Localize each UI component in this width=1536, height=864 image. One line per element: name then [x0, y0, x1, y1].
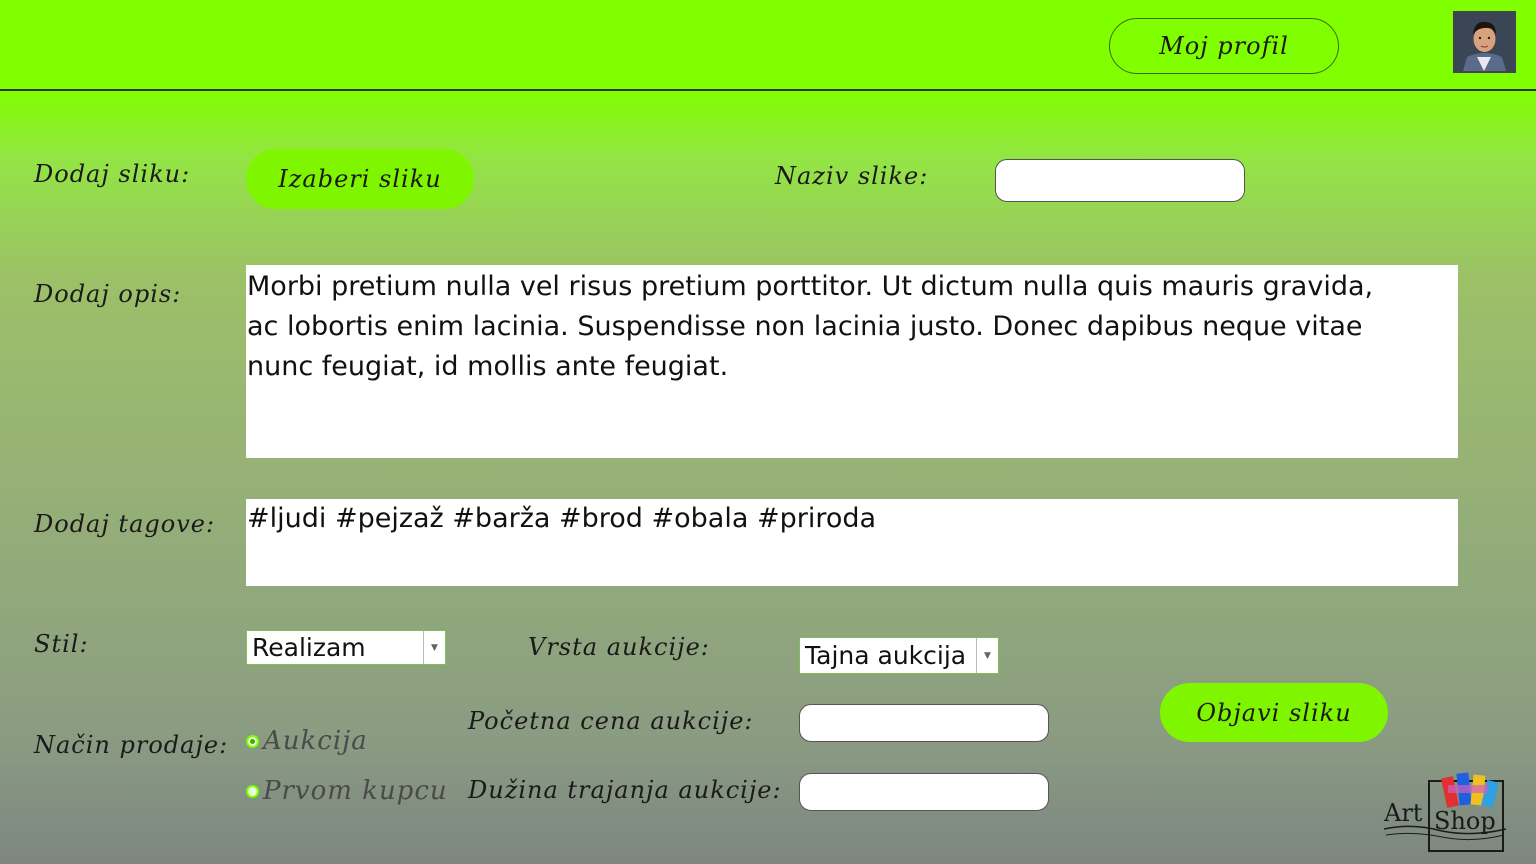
style-select[interactable]: Realizam ▼	[246, 630, 446, 665]
publish-image-button[interactable]: Objavi sliku	[1160, 683, 1388, 742]
logo-text-shop: Shop	[1434, 807, 1496, 835]
description-label: Dodaj opis:	[34, 280, 182, 308]
style-label: Stil:	[34, 630, 89, 658]
auction-type-label: Vrsta aukcije:	[528, 633, 710, 661]
duration-input[interactable]	[799, 773, 1049, 811]
sale-option-first-buyer[interactable]: Prvom kupcu	[246, 776, 448, 806]
radio-auction[interactable]	[246, 734, 259, 748]
image-name-input[interactable]	[995, 159, 1245, 202]
auction-type-select-value: Tajna aukcija	[805, 641, 967, 670]
chevron-down-icon[interactable]: ▼	[976, 638, 998, 673]
choose-image-button[interactable]: Izaberi sliku	[246, 149, 474, 209]
sale-option-auction[interactable]: Aukcija	[246, 726, 368, 756]
start-price-label: Početna cena aukcije:	[468, 707, 754, 735]
my-profile-button[interactable]: Moj profil	[1109, 18, 1339, 74]
duration-label: Dužina trajanja aukcije:	[468, 776, 782, 804]
logo-text-art: Art	[1384, 799, 1423, 827]
avatar-image	[1455, 13, 1514, 71]
user-avatar[interactable]	[1453, 11, 1516, 73]
chevron-down-icon[interactable]: ▼	[423, 631, 445, 664]
start-price-input[interactable]	[799, 704, 1049, 742]
add-image-label: Dodaj sliku:	[34, 160, 191, 188]
style-select-value: Realizam	[252, 633, 366, 662]
radio-first-buyer[interactable]	[246, 784, 259, 798]
sale-method-label: Način prodaje:	[34, 731, 229, 759]
description-textarea[interactable]: Morbi pretium nulla vel risus pretium po…	[246, 265, 1458, 458]
header-divider	[0, 89, 1536, 91]
sale-option-first-buyer-label: Prvom kupcu	[263, 776, 448, 806]
tags-label: Dodaj tagove:	[34, 510, 216, 538]
image-name-label: Naziv slike:	[775, 162, 929, 190]
sale-option-auction-label: Aukcija	[263, 726, 368, 756]
auction-type-select[interactable]: Tajna aukcija ▼	[799, 637, 999, 674]
tags-textarea[interactable]: #ljudi #pejzaž #barža #brod #obala #prir…	[246, 499, 1458, 586]
artshop-logo: Art Shop	[1382, 771, 1512, 853]
